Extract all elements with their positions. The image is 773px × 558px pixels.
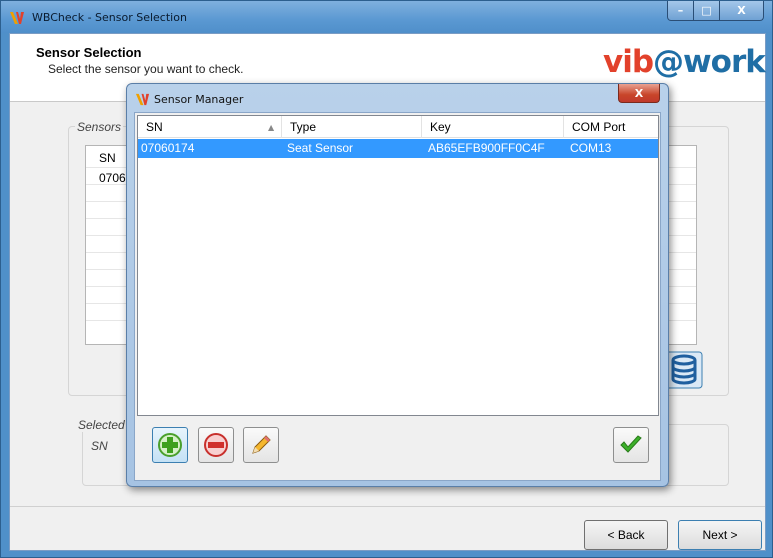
maximize-icon: □ xyxy=(701,4,712,17)
sensors-row-sn: 0706 xyxy=(99,171,126,185)
column-header-type[interactable]: Type xyxy=(282,116,422,138)
close-icon: X xyxy=(634,86,644,100)
column-header-sn[interactable]: SN xyxy=(138,116,282,138)
sensor-table[interactable]: SN ▲ Type Key COM Port 07060174 Seat Sen… xyxy=(137,115,660,416)
confirm-button[interactable] xyxy=(613,427,649,463)
checkmark-icon xyxy=(620,435,642,453)
title-bar[interactable]: WBCheck - Sensor Selection – □ X xyxy=(1,1,772,33)
column-header-com-port[interactable]: COM Port xyxy=(564,116,660,138)
page-title: Sensor Selection xyxy=(36,45,142,60)
edit-sensor-button[interactable] xyxy=(243,427,279,463)
app-logo-icon xyxy=(10,12,24,24)
sort-ascending-icon: ▲ xyxy=(268,123,275,132)
minus-icon xyxy=(204,433,228,457)
add-sensor-button[interactable] xyxy=(152,427,188,463)
footer-divider xyxy=(10,506,765,507)
close-icon: X xyxy=(737,4,746,17)
column-header-key-label: Key xyxy=(430,120,451,134)
window-title: WBCheck - Sensor Selection xyxy=(32,11,187,24)
sensors-col-sn: SN xyxy=(99,151,116,165)
back-button-label: < Back xyxy=(607,528,645,542)
close-button[interactable]: X xyxy=(720,1,764,21)
maximize-button[interactable]: □ xyxy=(694,1,720,21)
column-header-type-label: Type xyxy=(290,120,317,134)
page-subtitle: Select the sensor you want to check. xyxy=(48,62,244,76)
back-button[interactable]: < Back xyxy=(584,520,668,550)
sensors-group-legend: Sensors xyxy=(75,120,124,134)
selected-group-legend: Selected xyxy=(76,418,127,432)
sensor-table-header: SN ▲ Type Key COM Port xyxy=(138,116,660,138)
logo-work: @work xyxy=(653,44,766,80)
table-row[interactable]: 07060174 Seat Sensor AB65EFB900FF0C4F CO… xyxy=(138,139,658,158)
row-com-port: COM13 xyxy=(570,141,612,155)
vibatwork-logo: vib@work xyxy=(603,44,766,80)
minimize-icon: – xyxy=(677,4,684,17)
row-type: Seat Sensor xyxy=(287,141,354,155)
dialog-close-button[interactable]: X xyxy=(618,84,660,103)
next-button-label: Next > xyxy=(702,528,738,542)
next-button[interactable]: Next > xyxy=(678,520,762,550)
logo-vib: vib xyxy=(603,44,654,80)
sensor-manager-dialog: Sensor Manager X SN ▲ Type Key COM Port … xyxy=(126,83,669,487)
plus-icon xyxy=(158,433,182,457)
dialog-body: SN ▲ Type Key COM Port 07060174 Seat Sen… xyxy=(134,112,661,481)
column-header-key[interactable]: Key xyxy=(422,116,564,138)
dialog-title: Sensor Manager xyxy=(154,93,244,106)
remove-sensor-button[interactable] xyxy=(198,427,234,463)
database-icon[interactable] xyxy=(664,350,704,390)
selected-sn-label: SN xyxy=(91,439,108,453)
row-sn: 07060174 xyxy=(141,141,195,155)
row-key: AB65EFB900FF0C4F xyxy=(428,141,545,155)
minimize-button[interactable]: – xyxy=(667,1,694,21)
app-logo-icon xyxy=(135,93,150,106)
column-header-com-port-label: COM Port xyxy=(572,120,626,134)
pencil-icon xyxy=(252,435,271,454)
column-header-sn-label: SN xyxy=(146,120,163,134)
